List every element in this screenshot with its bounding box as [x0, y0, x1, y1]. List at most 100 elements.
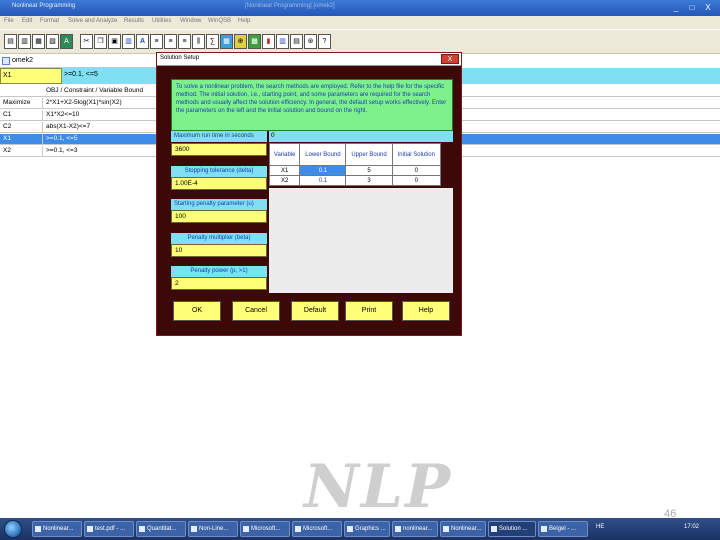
menu-results[interactable]: Results: [124, 18, 144, 24]
column-icon[interactable]: ⫼: [192, 34, 205, 49]
app-icon: [395, 526, 401, 532]
save-icon[interactable]: ▦: [32, 34, 45, 49]
clock[interactable]: 17:02: [684, 524, 699, 530]
menu-solve-and-analyze[interactable]: Solve and Analyze: [68, 18, 117, 24]
calculator-icon[interactable]: ▤: [290, 34, 303, 49]
new-icon[interactable]: ▤: [4, 34, 17, 49]
lower-bound-cell[interactable]: 0.1: [299, 175, 347, 186]
zoom-icon[interactable]: ⊕: [234, 34, 247, 49]
menu-format[interactable]: Format: [40, 18, 59, 24]
window-ghost-title: [Nonlinear Programming] [omek2]: [245, 3, 335, 9]
cancel-button[interactable]: Cancel: [232, 301, 280, 321]
dialog-title-bar[interactable]: Solution Setup X: [157, 53, 461, 66]
print-button[interactable]: Print: [345, 301, 393, 321]
align-right-icon[interactable]: ≡: [178, 34, 191, 49]
table-row: X2 0.1 3 0: [268, 175, 442, 186]
grid-icon[interactable]: ▩: [248, 34, 261, 49]
taskbar-item[interactable]: Nonlinear...: [32, 521, 82, 537]
align-center-icon[interactable]: ≡: [164, 34, 177, 49]
taskbar-item[interactable]: Non-Line...: [188, 521, 238, 537]
row-value[interactable]: abs(X1-X2)<=7: [46, 123, 90, 130]
upper-bound-cell[interactable]: 5: [345, 165, 393, 176]
chart-icon[interactable]: ▥: [122, 34, 135, 49]
taskbar-item-active[interactable]: Solution ...: [488, 521, 536, 537]
menu-edit[interactable]: Edit: [22, 18, 32, 24]
document-title-bar[interactable]: omek2: [0, 55, 160, 68]
taskbar-item[interactable]: Beigel - ...: [538, 521, 588, 537]
variable-bounds-table: Variable Lower Bound Upper Bound Initial…: [268, 143, 442, 186]
window-title: Nonlinear Programming: [12, 3, 76, 9]
taskbar-item[interactable]: test.pdf - ...: [84, 521, 134, 537]
upper-bound-cell[interactable]: 3: [345, 175, 393, 186]
language-indicator[interactable]: HE: [596, 524, 604, 530]
variable-cell: X2: [268, 175, 301, 186]
bold-icon[interactable]: A: [136, 34, 149, 49]
menu-window[interactable]: Window: [180, 18, 201, 24]
close-window-button[interactable]: X: [702, 2, 714, 13]
start-button[interactable]: [4, 520, 22, 538]
lower-bound-cell[interactable]: 0.1: [299, 165, 347, 176]
solution-setup-dialog: Solution Setup X To solve a nonlinear pr…: [156, 52, 462, 336]
paste-icon[interactable]: ▣: [108, 34, 121, 49]
taskbar-item[interactable]: Nonlinear...: [440, 521, 486, 537]
font-icon[interactable]: A: [60, 34, 73, 49]
minimize-button[interactable]: _: [670, 2, 682, 13]
help-button[interactable]: Help: [402, 301, 450, 321]
row-value[interactable]: X1*X2<=10: [46, 111, 79, 118]
taskbar-item[interactable]: Microsoft...: [240, 521, 290, 537]
graph-icon[interactable]: ▮: [262, 34, 275, 49]
taskbar-item[interactable]: nonlinear...: [392, 521, 438, 537]
starting-penalty-input[interactable]: 100: [171, 210, 267, 223]
ok-button[interactable]: OK: [173, 301, 221, 321]
app-icon: [491, 526, 497, 532]
row-name: Maximize: [3, 99, 31, 106]
document-title: omek2: [12, 57, 34, 64]
taskbar-item[interactable]: Graphics ...: [344, 521, 390, 537]
max-run-time-input[interactable]: 3600: [171, 143, 267, 156]
row-name: X2: [3, 147, 11, 154]
table-top-value: 0: [271, 132, 275, 139]
cell-value-field[interactable]: >=0.1, <=5: [64, 71, 98, 78]
cell-name-box[interactable]: X1: [0, 68, 62, 84]
menu-help[interactable]: Help: [238, 18, 250, 24]
app-icon: [191, 526, 197, 532]
screen: Nonlinear Programming [Nonlinear Program…: [0, 0, 720, 540]
maximize-button[interactable]: □: [686, 2, 698, 13]
menu-winqsb[interactable]: WinQSB: [208, 18, 231, 24]
dialog-close-button[interactable]: X: [441, 54, 459, 64]
system-tray: HE 17:02: [592, 521, 720, 537]
menu-utilities[interactable]: Utilities: [152, 18, 171, 24]
row-value[interactable]: 2*X1+X2-5log(X1)*sin(X2): [46, 99, 122, 106]
formula-icon[interactable]: ∑: [206, 34, 219, 49]
default-button[interactable]: Default: [291, 301, 339, 321]
table-empty-area: [269, 188, 453, 293]
menu-file[interactable]: File: [4, 18, 14, 24]
penalty-multiplier-input[interactable]: 10: [171, 244, 267, 257]
penalty-power-input[interactable]: 2: [171, 277, 267, 290]
table-icon[interactable]: ▦: [220, 34, 233, 49]
help-icon[interactable]: ⊛: [304, 34, 317, 49]
app-icon: [541, 526, 547, 532]
align-left-icon[interactable]: ≡: [150, 34, 163, 49]
max-run-time-label: Maximum run time in seconds: [171, 131, 267, 142]
row-name: X1: [3, 135, 11, 142]
initial-solution-cell[interactable]: 0: [391, 175, 442, 186]
dialog-title: Solution Setup: [160, 55, 200, 61]
print-icon[interactable]: ▧: [46, 34, 59, 49]
initial-solution-cell[interactable]: 0: [391, 165, 442, 176]
row-value[interactable]: >=0.1, <=3: [46, 147, 77, 154]
bar-chart-icon[interactable]: ▥: [276, 34, 289, 49]
copy-icon[interactable]: ❐: [94, 34, 107, 49]
stopping-tolerance-input[interactable]: 1.00E-4: [171, 177, 267, 190]
penalty-multiplier-label: Penalty multiplier (beta): [171, 233, 267, 244]
slide-watermark: NLP: [304, 452, 453, 522]
question-icon[interactable]: ?: [318, 34, 331, 49]
app-icon: [87, 526, 93, 532]
open-icon[interactable]: ▥: [18, 34, 31, 49]
col-variable: Variable: [268, 143, 301, 166]
taskbar-item[interactable]: Microsoft...: [292, 521, 342, 537]
taskbar-item[interactable]: Quantitat...: [136, 521, 186, 537]
window-title-bar[interactable]: Nonlinear Programming [Nonlinear Program…: [0, 0, 720, 16]
row-value[interactable]: >=0.1, <=5: [46, 135, 77, 142]
cut-icon[interactable]: ✂: [80, 34, 93, 49]
